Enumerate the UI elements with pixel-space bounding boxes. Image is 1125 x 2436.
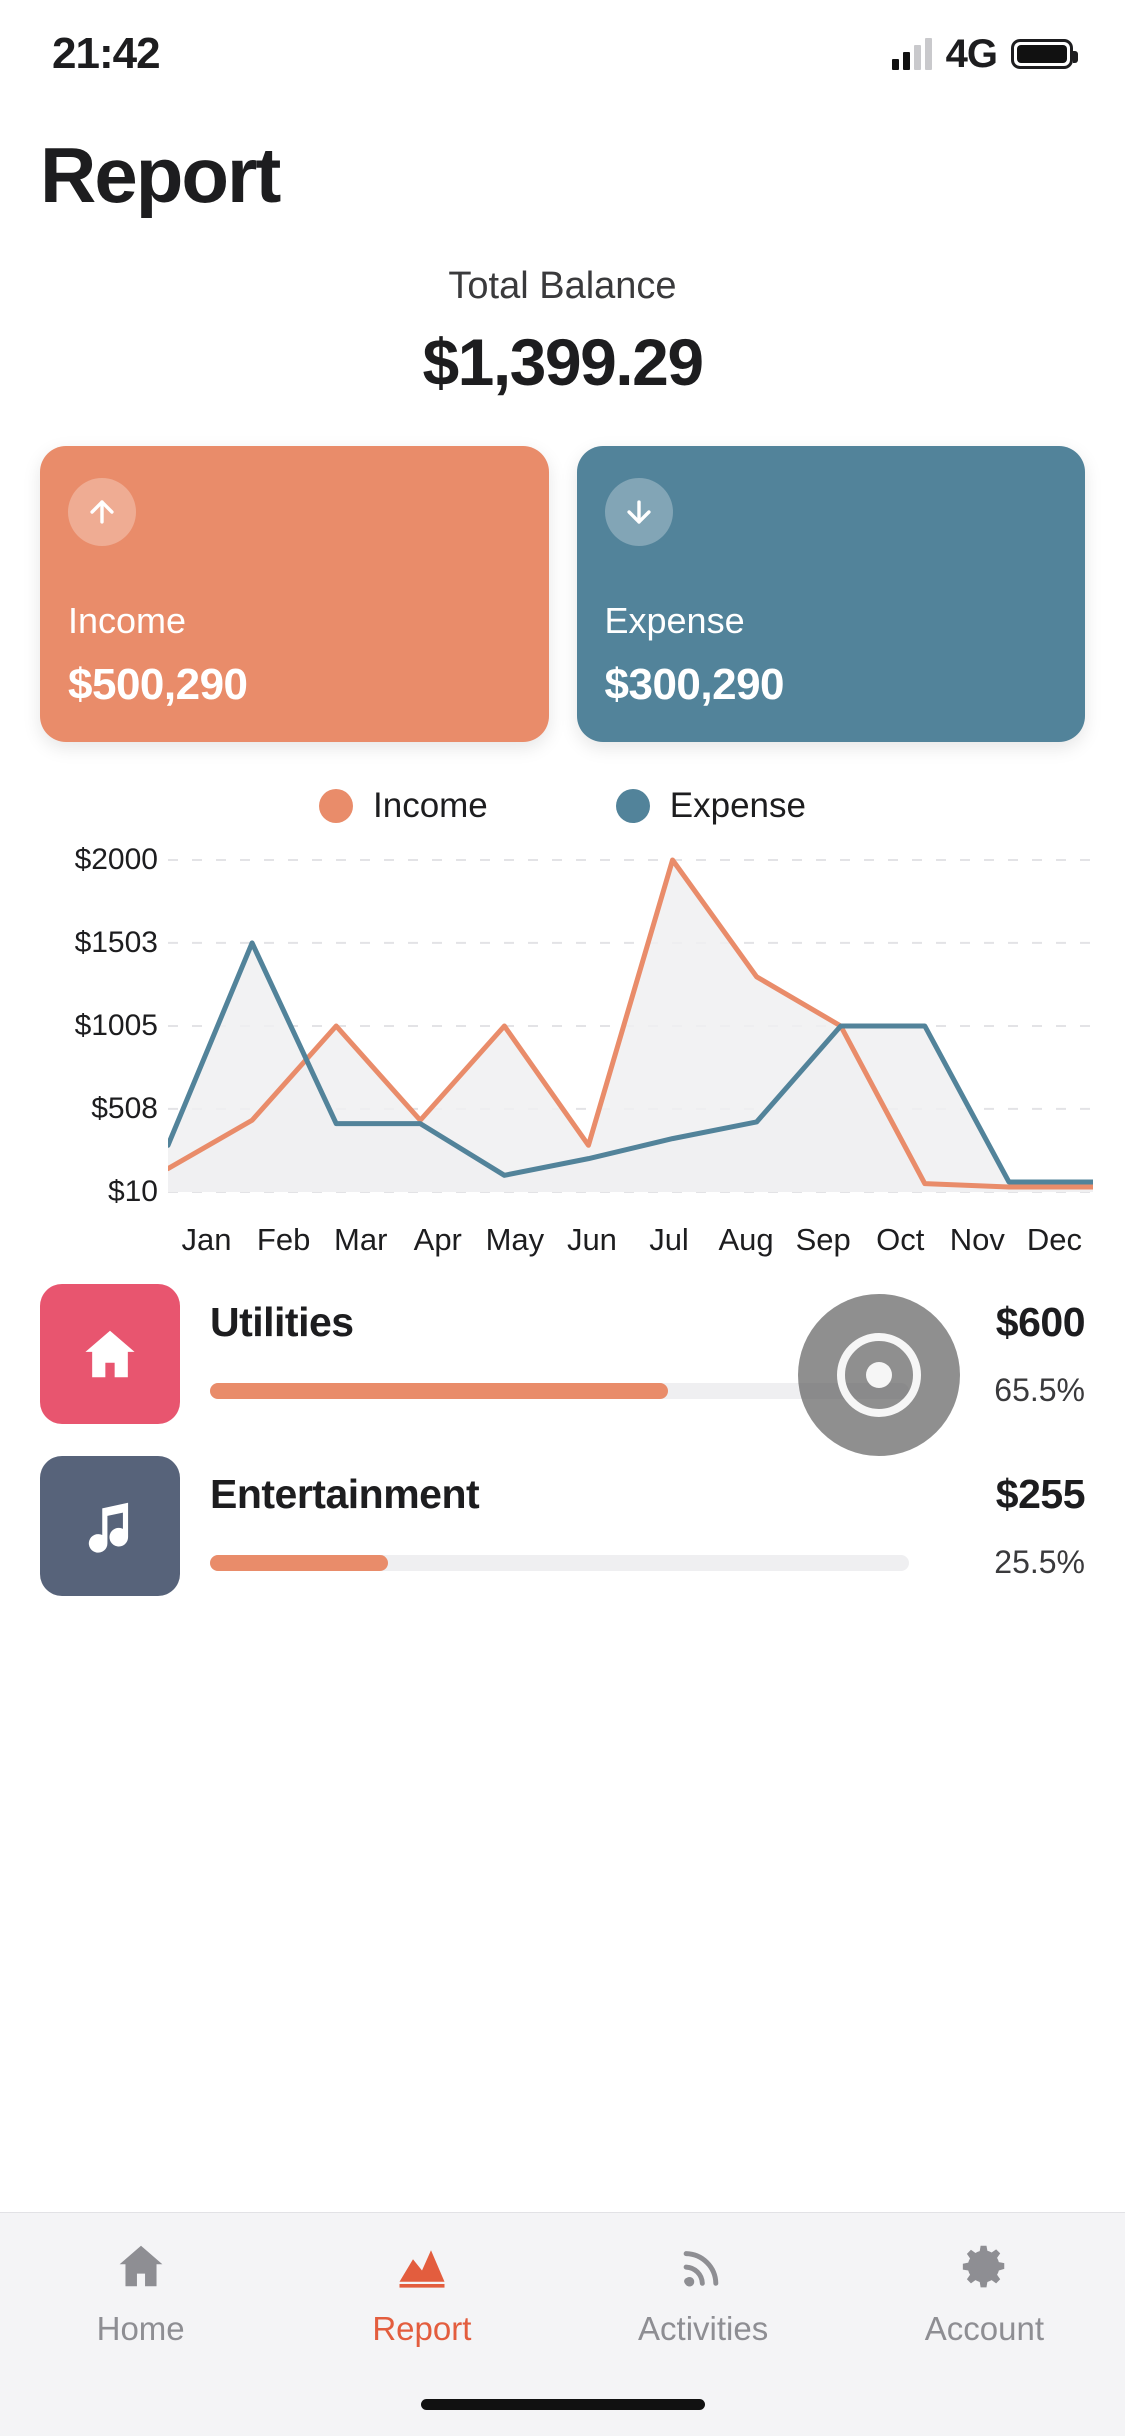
battery-full-icon: [1011, 39, 1078, 69]
chart-x-tick: Apr: [413, 1222, 462, 1257]
record-ring: [837, 1333, 921, 1417]
chart-y-tick: $1503: [74, 925, 158, 959]
category-list: Utilities $600 65.5% Entertainment $255 25.5%: [0, 1258, 1125, 1596]
chart-y-tick: $1005: [74, 1009, 158, 1042]
category-name: Utilities: [210, 1299, 354, 1345]
category-percent: 25.5%: [994, 1544, 1085, 1580]
income-expense-chart[interactable]: $2000 $1503 $1005 $508 $10 Jan Feb Mar Apr May Ju…: [0, 843, 1125, 1258]
expense-card-label: Expense: [604, 600, 745, 641]
network-type-label: 4G: [945, 31, 998, 76]
chart-x-tick: May: [485, 1222, 545, 1257]
income-card-value: $500,290: [68, 660, 248, 709]
legend-item-income: Income: [319, 786, 488, 826]
tab-activities[interactable]: Activities: [563, 2239, 844, 2348]
legend-label-expense: Expense: [669, 786, 806, 825]
home-icon: [114, 2239, 168, 2298]
chart-y-tick: $2000: [74, 843, 158, 876]
total-balance-value: $1,399.29: [422, 325, 704, 399]
legend-item-expense: Expense: [615, 786, 806, 826]
category-body: Entertainment $255 25.5%: [210, 1471, 1086, 1581]
music-note-icon: [40, 1456, 180, 1596]
chart-x-tick: Sep: [795, 1222, 851, 1257]
summary-cards: Income $500,290 Expense $300,290: [0, 400, 1125, 742]
chart-x-tick: Aug: [718, 1222, 774, 1257]
status-bar: 21:42 4G: [0, 0, 1125, 108]
chart-y-axis: $2000 $1503 $1005 $508 $10: [20, 843, 168, 1208]
gear-icon: [957, 2239, 1011, 2298]
legend-dot-expense: [615, 789, 650, 823]
record-dot: [866, 1362, 892, 1388]
expense-card-value: $300,290: [604, 660, 785, 709]
chart-icon: [395, 2239, 449, 2298]
chart-x-tick: Mar: [334, 1222, 388, 1257]
chart-x-axis: Jan Feb Mar Apr May Jun Jul Aug Sep Oct Nov Dec: [168, 1222, 1093, 1258]
chart-x-tick: Oct: [876, 1222, 925, 1257]
chart-legend: Income Expense: [0, 786, 1125, 826]
signal-bars-icon: [891, 38, 932, 70]
page-title: Report: [40, 131, 281, 219]
income-card-label: Income: [68, 600, 187, 641]
chart-svg: [168, 852, 1093, 1200]
chart-x-tick: Dec: [1026, 1222, 1082, 1257]
chart-x-tick: Jul: [649, 1222, 689, 1257]
category-progress-fill: [210, 1382, 668, 1399]
total-balance-label: Total Balance: [448, 265, 677, 307]
category-row[interactable]: Entertainment $255 25.5%: [40, 1456, 1086, 1596]
chart-x-tick: Jun: [566, 1222, 617, 1257]
tab-account-label: Account: [924, 2310, 1044, 2347]
expense-card[interactable]: Expense $300,290: [576, 446, 1085, 742]
tab-home[interactable]: Home: [0, 2239, 281, 2348]
income-card[interactable]: Income $500,290: [40, 446, 549, 742]
home-icon: [40, 1284, 180, 1424]
tab-activities-label: Activities: [638, 2310, 769, 2347]
legend-label-income: Income: [373, 786, 488, 825]
category-amount: $255: [995, 1471, 1086, 1517]
chart-y-tick: $10: [107, 1175, 158, 1208]
record-target-icon[interactable]: [798, 1294, 960, 1456]
chart-x-tick: Jan: [181, 1222, 232, 1257]
category-progress-track: [210, 1554, 909, 1571]
status-bar-indicators: 4G: [891, 31, 1078, 77]
tab-report-label: Report: [372, 2310, 472, 2347]
tab-account[interactable]: Account: [844, 2239, 1125, 2348]
chart-x-tick: Feb: [256, 1222, 311, 1257]
category-progress-fill: [210, 1554, 389, 1571]
chart-y-tick: $508: [91, 1091, 158, 1125]
legend-dot-income: [319, 789, 353, 823]
status-bar-time: 21:42: [52, 29, 161, 78]
category-amount: $600: [995, 1299, 1086, 1345]
chart-x-tick: Nov: [949, 1222, 1005, 1257]
tab-report[interactable]: Report: [281, 2239, 562, 2348]
rss-icon: [676, 2239, 730, 2298]
tab-home-label: Home: [96, 2310, 185, 2347]
home-indicator: [420, 2399, 705, 2410]
bottom-tab-bar: Home Report Activities Account: [0, 2212, 1125, 2436]
chart-plot-area: [168, 852, 1093, 1200]
category-name: Entertainment: [210, 1471, 480, 1517]
arrow-down-icon: [604, 478, 673, 546]
arrow-up-icon: [68, 478, 136, 546]
total-balance-section: Total Balance $1,399.29: [0, 265, 1125, 400]
